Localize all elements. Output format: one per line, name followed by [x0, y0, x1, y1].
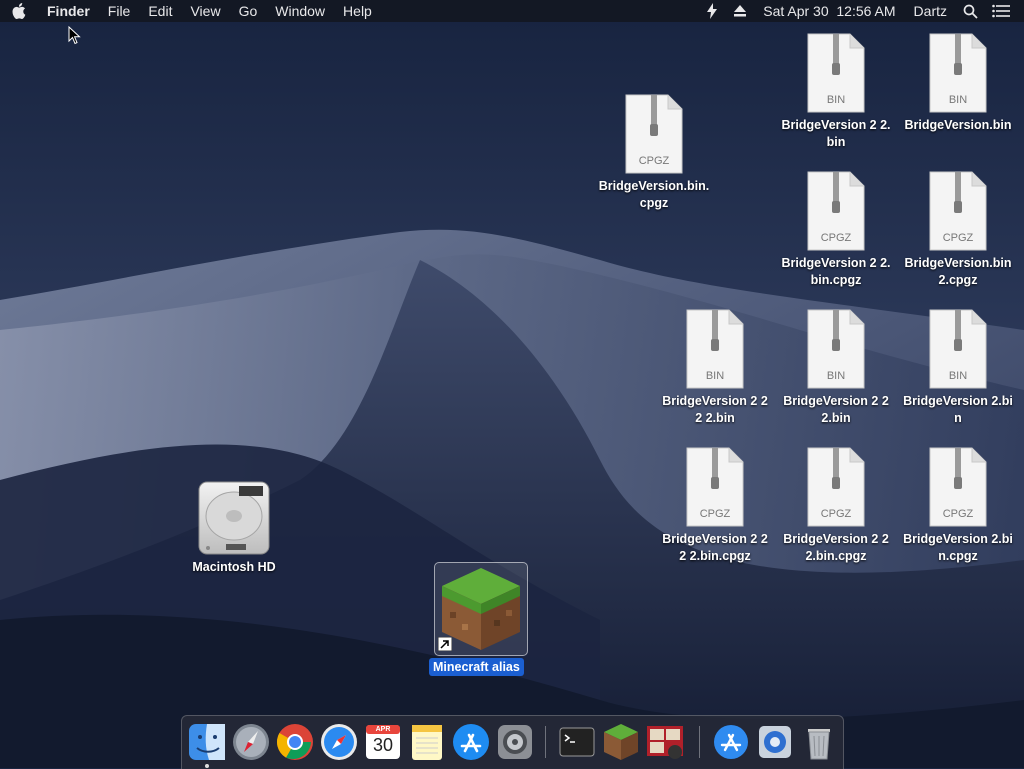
alias-arrow-icon: [438, 637, 452, 651]
file-name: BridgeVersion 2.bin: [903, 394, 1013, 425]
file-type-label: BIN: [948, 94, 968, 106]
dock-separator: [699, 726, 700, 758]
file-type-label: CPGZ: [699, 508, 731, 520]
file-type-label: BIN: [705, 370, 725, 382]
zip-document-icon: CPGZ: [685, 447, 745, 527]
file-icon-bridgeversion-bin-cpgz[interactable]: CPGZ BridgeVersion.bin.cpgz: [594, 94, 714, 212]
dock-app-store-folder-icon[interactable]: [711, 722, 751, 762]
menu-bar: Finder File Edit View Go Window Help Sat…: [0, 0, 1024, 22]
menubar-user[interactable]: Dartz: [905, 0, 956, 22]
macintosh-hd-icon[interactable]: Macintosh HD: [174, 480, 294, 574]
file-icon-bridgeversion-2-bin-cpgz[interactable]: CPGZ BridgeVersion 2.bin.cpgz: [898, 447, 1018, 565]
file-icon-bridgeversion-2-2-bin[interactable]: BIN BridgeVersion 2 2.bin: [776, 33, 896, 151]
menubar-clock[interactable]: Sat Apr 30 12:56 AM: [754, 0, 904, 22]
menu-help[interactable]: Help: [334, 0, 381, 22]
menu-app-finder[interactable]: Finder: [38, 0, 99, 22]
file-name: BridgeVersion 2 2 2 2.bin.cpgz: [662, 532, 768, 563]
minecraft-alias-label: Minecraft alias: [429, 658, 524, 676]
dock-photo-booth-icon[interactable]: [645, 722, 685, 762]
dock-trash-icon[interactable]: [799, 722, 839, 762]
file-icon-bridgeversion-2-2-2-bin-cpgz[interactable]: CPGZ BridgeVersion 2 2 2.bin.cpgz: [776, 447, 896, 565]
dock-launchpad-icon[interactable]: [231, 722, 271, 762]
file-name: BridgeVersion.bin: [904, 118, 1012, 132]
file-type-label: CPGZ: [820, 232, 852, 244]
status-lightning-icon[interactable]: [698, 0, 726, 22]
zip-document-icon: BIN: [928, 33, 988, 113]
menu-window[interactable]: Window: [266, 0, 334, 22]
file-name: BridgeVersion 2 2.bin: [781, 118, 891, 149]
mouse-cursor-icon: [68, 25, 81, 50]
menu-go[interactable]: Go: [230, 0, 267, 22]
file-type-label: CPGZ: [942, 232, 974, 244]
file-type-label: CPGZ: [942, 508, 974, 520]
file-name: BridgeVersion.bin.cpgz: [598, 179, 710, 210]
zip-document-icon: BIN: [685, 309, 745, 389]
file-type-label: BIN: [826, 370, 846, 382]
apple-menu-icon[interactable]: [0, 0, 38, 22]
dock-system-preferences-icon[interactable]: [495, 722, 535, 762]
dock-notes-icon[interactable]: [407, 722, 447, 762]
dock-minecraft-icon[interactable]: [601, 722, 641, 762]
file-icon-bridgeversion-2-2-2-2-bin[interactable]: BIN BridgeVersion 2 2 2 2.bin: [655, 309, 775, 427]
file-icon-bridgeversion-bin[interactable]: BIN BridgeVersion.bin: [898, 33, 1018, 134]
zip-document-icon: CPGZ: [928, 171, 988, 251]
file-icon-bridgeversion-2-2-2-bin[interactable]: BIN BridgeVersion 2 2 2.bin: [776, 309, 896, 427]
zip-document-icon: CPGZ: [806, 447, 866, 527]
file-type-label: BIN: [948, 370, 968, 382]
drive-label: Macintosh HD: [192, 560, 276, 574]
dock-chrome-icon[interactable]: [275, 722, 315, 762]
zip-document-icon: BIN: [928, 309, 988, 389]
zip-document-icon: CPGZ: [928, 447, 988, 527]
dock-app-store-icon[interactable]: [451, 722, 491, 762]
dock: APR 30: [181, 715, 844, 769]
file-icon-bridgeversion-2-2-2-2-bin-cpgz[interactable]: CPGZ BridgeVersion 2 2 2 2.bin.cpgz: [655, 447, 775, 565]
calendar-month: APR: [375, 726, 391, 733]
file-name: BridgeVersion 2 2 2.bin: [783, 394, 889, 425]
file-type-label: CPGZ: [638, 155, 670, 167]
zip-document-icon: BIN: [806, 309, 866, 389]
zip-document-icon: CPGZ: [624, 94, 684, 174]
dock-utility-icon[interactable]: [755, 722, 795, 762]
minecraft-alias-icon[interactable]: [434, 562, 528, 656]
menu-edit[interactable]: Edit: [139, 0, 181, 22]
dock-terminal-icon[interactable]: [557, 722, 597, 762]
file-name: BridgeVersion.bin 2.cpgz: [904, 256, 1012, 287]
zip-document-icon: BIN: [806, 33, 866, 113]
dock-calendar-icon[interactable]: APR 30: [363, 722, 403, 762]
file-name: BridgeVersion 2 2.bin.cpgz: [781, 256, 891, 287]
file-type-label: CPGZ: [820, 508, 852, 520]
running-indicator: [205, 764, 209, 768]
dock-finder-icon[interactable]: [187, 722, 227, 762]
dock-separator: [545, 726, 546, 758]
menu-view[interactable]: View: [181, 0, 229, 22]
file-icon-bridgeversion-bin-2-cpgz[interactable]: CPGZ BridgeVersion.bin 2.cpgz: [898, 171, 1018, 289]
notification-center-icon[interactable]: [985, 0, 1024, 22]
spotlight-search-icon[interactable]: [956, 0, 985, 22]
file-icon-bridgeversion-2-2-bin-cpgz[interactable]: CPGZ BridgeVersion 2 2.bin.cpgz: [776, 171, 896, 289]
file-name: BridgeVersion 2 2 2 2.bin: [662, 394, 768, 425]
file-type-label: BIN: [826, 94, 846, 106]
hard-drive-icon: [198, 481, 270, 555]
eject-icon[interactable]: [726, 0, 754, 22]
calendar-day: 30: [372, 735, 394, 755]
file-name: BridgeVersion 2 2 2.bin.cpgz: [783, 532, 889, 563]
menu-file[interactable]: File: [99, 0, 140, 22]
file-name: BridgeVersion 2.bin.cpgz: [903, 532, 1013, 563]
dock-safari-icon[interactable]: [319, 722, 359, 762]
zip-document-icon: CPGZ: [806, 171, 866, 251]
file-icon-bridgeversion-2-bin[interactable]: BIN BridgeVersion 2.bin: [898, 309, 1018, 427]
